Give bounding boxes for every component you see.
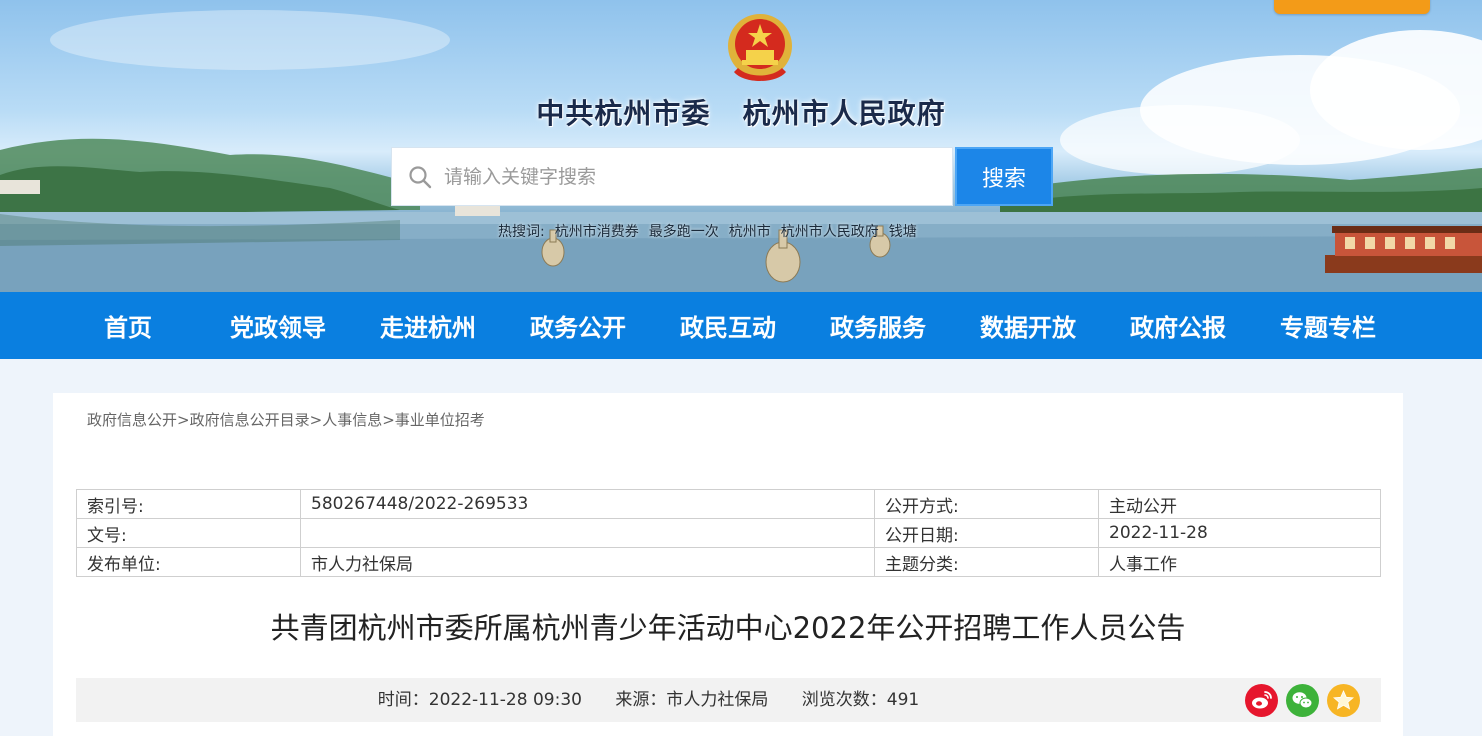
article-info-bar: 时间：2022-11-28 09:30 来源：市人力社保局 浏览次数：491 [76, 678, 1381, 722]
nav-item-about-hangzhou[interactable]: 走进杭州 [353, 292, 503, 359]
favorite-button[interactable] [1327, 684, 1360, 717]
elder-mode-badge[interactable] [1274, 0, 1430, 14]
site-title: 中共杭州市委 杭州市人民政府 [536, 97, 946, 130]
share-wechat-button[interactable] [1286, 684, 1319, 717]
nav-item-interaction[interactable]: 政民互动 [653, 292, 803, 359]
nav-item-party-leaders[interactable]: 党政领导 [203, 292, 353, 359]
publish-date-label: 公开日期: [874, 518, 1099, 548]
topic-label: 主题分类: [874, 547, 1099, 577]
breadcrumb-link[interactable]: 人事信息 [322, 411, 382, 429]
index-value: 580267448/2022-269533 [300, 489, 875, 519]
views-value: 491 [886, 690, 920, 710]
hot-words: 热搜词: 杭州市消费券 最多跑一次 杭州市 杭州市人民政府 钱塘 [498, 221, 917, 241]
content-panel: 政府信息公开>政府信息公开目录>人事信息>事业单位招考 索引号: 5802674… [53, 393, 1403, 736]
main-nav: 首页 党政领导 走进杭州 政务公开 政民互动 政务服务 数据开放 政府公报 专题… [0, 292, 1482, 359]
search-icon [409, 165, 432, 188]
doc-number-value [300, 518, 875, 548]
hot-word-link[interactable]: 钱塘 [889, 221, 917, 241]
source-value: 市人力社保局 [666, 690, 769, 710]
topic-value: 人事工作 [1098, 547, 1381, 577]
share-weibo-button[interactable] [1245, 684, 1278, 717]
star-icon [1333, 690, 1354, 710]
breadcrumb: 政府信息公开>政府信息公开目录>人事信息>事业单位招考 [87, 411, 485, 429]
article-meta: 时间：2022-11-28 09:30 来源：市人力社保局 浏览次数：491 [76, 678, 1381, 722]
search-button[interactable]: 搜索 [955, 147, 1053, 206]
info-metadata-table: 索引号: 580267448/2022-269533 公开方式: 主动公开 文号… [76, 489, 1381, 577]
header-banner: 中共杭州市委 杭州市人民政府 搜索 热搜词: 杭州市消费券 最多跑一次 杭州市 … [0, 0, 1482, 292]
table-row: 发布单位: 市人力社保局 主题分类: 人事工作 [76, 547, 1381, 577]
time-value: 2022-11-28 09:30 [428, 690, 582, 710]
hot-word-link[interactable]: 最多跑一次 [649, 221, 719, 241]
method-value: 主动公开 [1098, 489, 1381, 519]
hot-word-link[interactable]: 杭州市人民政府 [781, 221, 879, 241]
wechat-icon [1292, 692, 1313, 709]
breadcrumb-link[interactable]: 事业单位招考 [395, 411, 485, 429]
publisher-label: 发布单位: [76, 547, 301, 577]
national-emblem-icon [728, 14, 792, 81]
nav-item-gov-disclosure[interactable]: 政务公开 [503, 292, 653, 359]
index-label: 索引号: [76, 489, 301, 519]
source-label: 来源： [615, 690, 667, 710]
search-box [391, 147, 953, 206]
publish-date-value: 2022-11-28 [1098, 518, 1381, 548]
table-row: 索引号: 580267448/2022-269533 公开方式: 主动公开 [76, 489, 1381, 519]
nav-item-home[interactable]: 首页 [53, 292, 203, 359]
breadcrumb-link[interactable]: 政府信息公开 [87, 411, 177, 429]
hot-words-label: 热搜词: [498, 224, 545, 240]
views-label: 浏览次数： [801, 690, 887, 710]
weibo-icon [1252, 691, 1272, 709]
article-title: 共青团杭州市委所属杭州青少年活动中心2022年公开招聘工作人员公告 [270, 611, 1186, 645]
doc-number-label: 文号: [76, 518, 301, 548]
time-label: 时间： [377, 690, 429, 710]
publisher-value: 市人力社保局 [300, 547, 875, 577]
nav-item-open-data[interactable]: 数据开放 [953, 292, 1103, 359]
breadcrumb-link[interactable]: 政府信息公开目录 [190, 411, 310, 429]
hot-word-link[interactable]: 杭州市 [729, 221, 771, 241]
method-label: 公开方式: [874, 489, 1099, 519]
nav-item-special-topics[interactable]: 专题专栏 [1253, 292, 1403, 359]
table-row: 文号: 公开日期: 2022-11-28 [76, 518, 1381, 548]
nav-item-gov-services[interactable]: 政务服务 [803, 292, 953, 359]
hot-word-link[interactable]: 杭州市消费券 [555, 221, 639, 241]
search-input[interactable] [442, 164, 926, 189]
nav-item-gazette[interactable]: 政府公报 [1103, 292, 1253, 359]
